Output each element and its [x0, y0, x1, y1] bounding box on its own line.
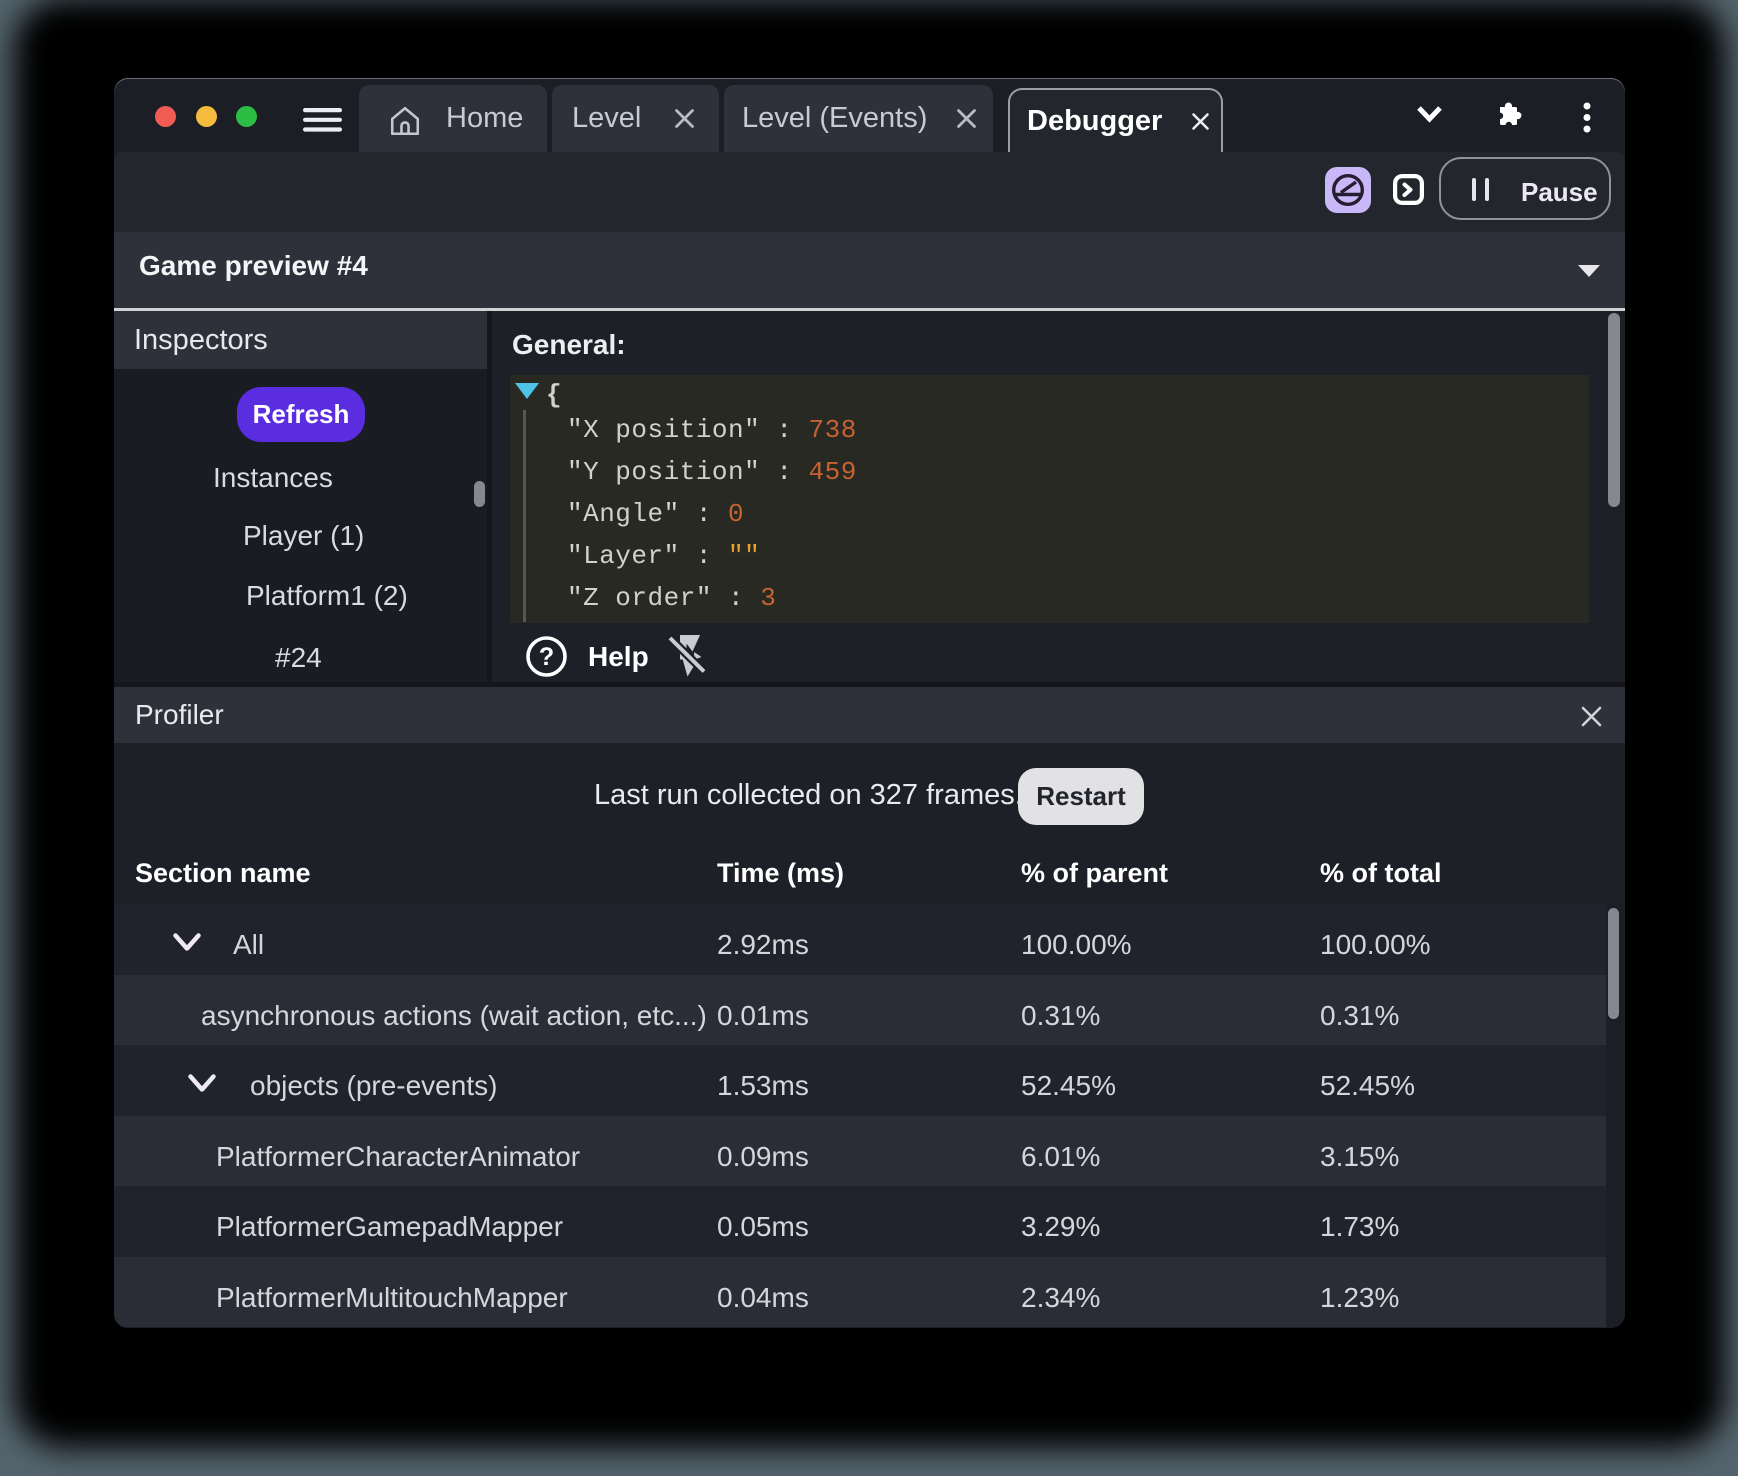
svg-text:?: ? [539, 643, 554, 671]
